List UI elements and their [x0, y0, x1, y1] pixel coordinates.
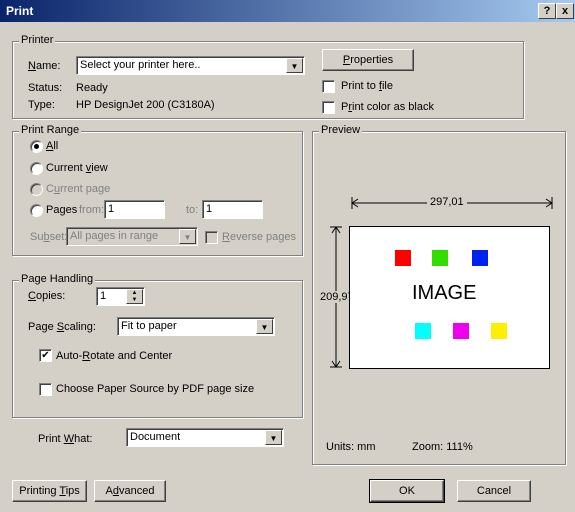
preview-group-label: Preview	[319, 124, 363, 136]
all-label: All	[46, 140, 59, 152]
subset-dropdown[interactable]: All pages in range ▼	[66, 227, 198, 246]
yellow-swatch	[491, 323, 507, 339]
auto-rotate-checkbox[interactable]: ✔	[39, 349, 52, 362]
zoom-label: Zoom: 111%	[412, 441, 473, 453]
chevron-down-icon[interactable]: ▼	[179, 229, 196, 244]
type-value: HP DesignJet 200 (C3180A)	[76, 99, 215, 111]
print-color-black-checkbox[interactable]	[322, 101, 335, 114]
current-page-label: Current page	[46, 183, 111, 195]
window-title: Print	[6, 4, 34, 18]
close-button[interactable]: x	[556, 3, 574, 19]
current-view-label: Current view	[46, 162, 108, 174]
all-radio[interactable]	[30, 140, 43, 153]
properties-button[interactable]: Properties	[322, 49, 414, 71]
magenta-swatch	[453, 323, 469, 339]
red-swatch	[395, 250, 411, 266]
copies-value: 1	[100, 290, 107, 302]
auto-rotate-label: Auto-Rotate and Center	[56, 350, 173, 362]
page-handling-group-label: Page Handling	[19, 273, 96, 285]
print-what-value: Document	[130, 431, 181, 443]
current-page-radio[interactable]	[30, 183, 43, 196]
units-label: Units: mm	[326, 441, 376, 453]
printing-tips-button[interactable]: Printing Tips	[12, 480, 87, 502]
current-view-radio[interactable]	[30, 162, 43, 175]
print-to-file-label: Print to file	[341, 80, 393, 92]
chevron-down-icon[interactable]: ▼	[256, 319, 273, 334]
page-scaling-label: Page Scaling:	[28, 321, 96, 333]
to-label: to:	[186, 204, 199, 216]
stepper-arrows-icon[interactable]: ▲ ▼	[126, 289, 143, 304]
cyan-swatch	[415, 323, 431, 339]
copies-label: Copies:	[28, 290, 66, 302]
image-text: IMAGE	[412, 282, 477, 304]
from-label: from:	[79, 204, 105, 216]
blue-swatch	[472, 250, 488, 266]
to-input[interactable]: 1	[202, 200, 263, 219]
status-value: Ready	[76, 82, 108, 94]
printer-group-label: Printer	[19, 34, 56, 46]
paper-source-checkbox[interactable]	[39, 383, 52, 396]
status-label: Status:	[28, 82, 63, 94]
radio-selected-dot	[34, 144, 39, 149]
reverse-pages-checkbox[interactable]	[205, 231, 218, 244]
print-color-black-label: Print color as black	[341, 101, 434, 113]
print-what-dropdown[interactable]: Document ▼	[126, 428, 284, 447]
printer-name-value: Select your printer here..	[80, 59, 201, 71]
advanced-button[interactable]: Advanced	[94, 480, 166, 502]
pages-label: Pages	[46, 204, 78, 216]
name-label: Name:	[28, 60, 61, 72]
green-swatch	[432, 250, 448, 266]
subset-value: All pages in range	[70, 230, 159, 242]
help-button[interactable]: ?	[538, 3, 556, 19]
ok-button[interactable]: OK	[369, 479, 445, 503]
print-what-label: Print What:	[38, 433, 93, 445]
chevron-down-icon[interactable]: ▼	[265, 430, 282, 445]
page-scaling-dropdown[interactable]: Fit to paper ▼	[117, 317, 275, 336]
printer-name-dropdown[interactable]: Select your printer here.. ▼	[76, 56, 305, 75]
chevron-down-icon[interactable]: ▼	[286, 58, 303, 73]
print-range-group-label: Print Range	[19, 124, 82, 136]
from-input[interactable]: 1	[104, 200, 165, 219]
subset-label: Subset:	[30, 231, 68, 243]
page-scaling-value: Fit to paper	[121, 320, 177, 332]
copies-stepper[interactable]: 1 ▲ ▼	[96, 287, 145, 306]
title-bar: Print ? x	[0, 0, 575, 22]
cancel-button[interactable]: Cancel	[457, 480, 531, 502]
paper-preview: IMAGE	[349, 226, 550, 369]
pages-radio[interactable]	[30, 204, 43, 217]
paper-source-label: Choose Paper Source by PDF page size	[56, 383, 255, 395]
print-to-file-checkbox[interactable]	[322, 80, 335, 93]
reverse-pages-label: Reverse pages	[222, 231, 296, 243]
width-value: 297,01	[427, 196, 467, 208]
type-label: Type:	[28, 99, 55, 111]
